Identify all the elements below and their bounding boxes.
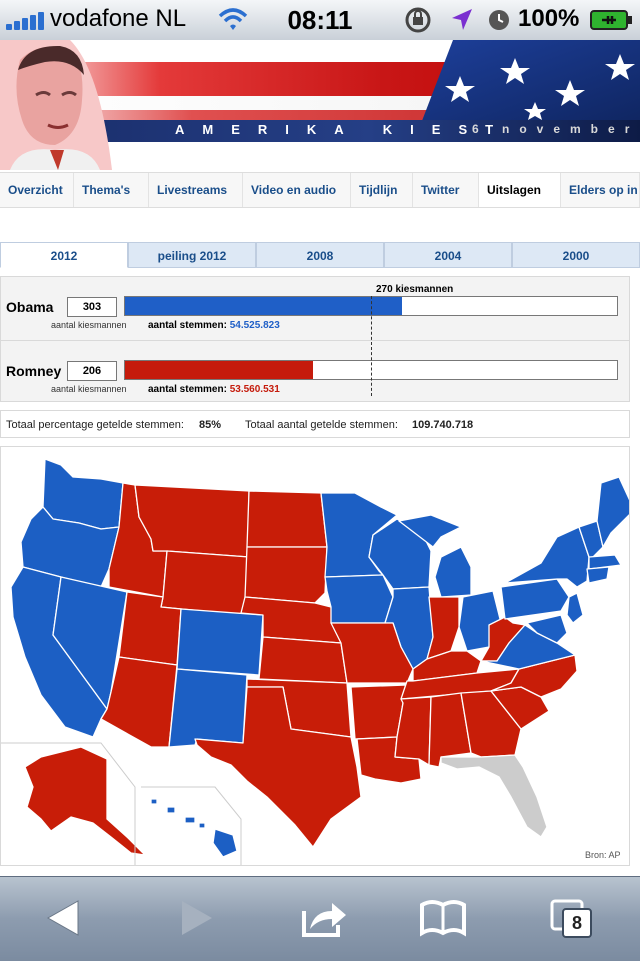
elector-count: 303 <box>67 297 117 317</box>
votes-label: aantal stemmen: <box>148 320 227 331</box>
year-tabs: 2012 peiling 2012 2008 2004 2000 <box>0 242 640 268</box>
tab-livestreams[interactable]: Livestreams <box>149 173 243 207</box>
state-south-dakota <box>244 546 328 604</box>
location-arrow-icon <box>452 9 472 30</box>
banner-title: AMERIKA KIEST <box>175 122 512 137</box>
state-iowa <box>324 574 394 624</box>
year-tab-2000[interactable]: 2000 <box>512 242 640 268</box>
status-bar: vodafone NL 08:11 100% <box>0 0 640 41</box>
year-tab-peiling-2012[interactable]: peiling 2012 <box>128 242 256 268</box>
state-alaska <box>24 746 146 856</box>
rotation-lock-icon <box>405 7 431 33</box>
elector-label: aantal kiesmannen <box>51 320 127 330</box>
candidate-name: Romney <box>6 363 62 379</box>
state-florida <box>440 754 548 838</box>
tab-tijdlijn[interactable]: Tijdlijn <box>351 173 413 207</box>
total-votes-value: 109.740.718 <box>412 419 474 431</box>
state-colorado <box>176 608 264 676</box>
state-hawaii <box>150 798 238 858</box>
votes-line: aantal stemmen: 54.525.823 <box>148 320 280 331</box>
state-connecticut <box>586 566 610 584</box>
elector-bar-fill <box>125 297 402 315</box>
alarm-clock-icon <box>489 10 509 30</box>
tab-uitslagen[interactable]: Uitslagen <box>479 173 561 207</box>
banner-date: 6 november <box>472 122 640 136</box>
state-north-dakota <box>246 490 328 548</box>
threshold-label: 270 kiesmannen <box>376 284 454 295</box>
elector-bar-fill <box>125 361 313 379</box>
votes-value: 54.525.823 <box>229 320 280 331</box>
total-pct-value: 85% <box>199 419 222 431</box>
share-icon[interactable] <box>298 895 348 941</box>
header-banner: AMERIKA KIEST 6 november <box>0 40 640 170</box>
year-tab-2004[interactable]: 2004 <box>384 242 512 268</box>
state-pennsylvania <box>500 578 570 620</box>
tab-video-en-audio[interactable]: Video en audio <box>243 173 351 207</box>
tab-twitter[interactable]: Twitter <box>413 173 479 207</box>
bookmarks-icon[interactable] <box>418 895 468 941</box>
tab-count[interactable]: 8 <box>562 908 592 938</box>
state-maine <box>596 476 629 548</box>
section-nav: Overzicht Thema's Livestreams Video en a… <box>0 172 640 208</box>
totals-bar: Totaal percentage getelde stemmen: 85% T… <box>0 410 630 438</box>
year-tab-2008[interactable]: 2008 <box>256 242 384 268</box>
state-washington <box>42 458 124 530</box>
state-new-york <box>504 526 590 588</box>
state-wyoming <box>160 550 250 616</box>
elector-count: 206 <box>67 361 117 381</box>
threshold-line <box>371 296 372 396</box>
total-votes-label: Totaal aantal getelde stemmen: <box>245 419 398 431</box>
tab-elders[interactable]: Elders op in <box>561 173 640 207</box>
year-tab-2012[interactable]: 2012 <box>0 242 128 268</box>
tab-themas[interactable]: Thema's <box>74 173 149 207</box>
results-panel: Obama 303 aantal kiesmannen aantal stemm… <box>0 276 630 402</box>
battery-charging-icon <box>590 10 632 30</box>
state-montana <box>134 484 250 558</box>
candidate-name: Obama <box>6 299 54 315</box>
votes-value: 53.560.531 <box>229 384 280 395</box>
browser-toolbar <box>0 876 640 961</box>
candidate-row-obama: Obama 303 aantal kiesmannen aantal stemm… <box>1 277 629 339</box>
state-indiana <box>426 596 460 660</box>
flag-canton <box>420 40 640 126</box>
votes-line: aantal stemmen: 53.560.531 <box>148 384 280 395</box>
map-source: Bron: AP <box>585 850 621 860</box>
battery-percentage: 100% <box>518 5 580 32</box>
elector-label: aantal kiesmannen <box>51 384 127 394</box>
total-pct-label: Totaal percentage getelde stemmen: <box>6 419 184 431</box>
results-map <box>0 446 630 866</box>
candidate-portrait <box>0 40 112 170</box>
tab-overzicht[interactable]: Overzicht <box>0 173 74 207</box>
state-kansas <box>258 636 348 684</box>
state-new-mexico <box>168 668 248 748</box>
forward-icon[interactable] <box>170 895 220 941</box>
candidate-row-romney: Romney 206 aantal kiesmannen aantal stem… <box>1 340 629 403</box>
us-states-map <box>1 458 629 865</box>
back-icon[interactable] <box>40 895 90 941</box>
votes-label: aantal stemmen: <box>148 384 227 395</box>
state-new-jersey <box>566 592 584 624</box>
